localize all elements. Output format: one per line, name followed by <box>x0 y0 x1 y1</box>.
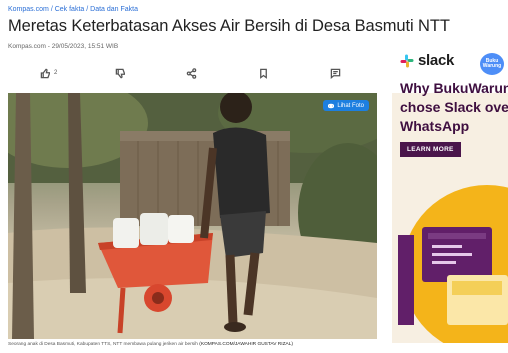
bukuwarung-badge: Buku Warung <box>480 53 504 75</box>
article-photo[interactable]: Lihat Foto <box>8 93 377 339</box>
share-icon <box>186 67 197 79</box>
slack-hash-icon <box>400 54 414 67</box>
like-button[interactable]: 2 <box>40 64 57 82</box>
photo-caption: Seorang anak di Desa Basmuti, Kabupaten … <box>8 342 293 347</box>
learn-more-button[interactable]: LEARN MORE <box>400 142 461 157</box>
ad-headline-line: chose Slack over <box>400 99 508 115</box>
photo-image <box>8 93 377 339</box>
slack-wordmark: slack <box>418 52 455 69</box>
comment-button[interactable] <box>330 64 341 82</box>
breadcrumb-item-home[interactable]: Kompas.com <box>8 6 49 13</box>
thumbs-down-icon <box>115 68 125 78</box>
ad-illustration <box>398 185 508 343</box>
dislike-button[interactable] <box>115 64 126 82</box>
caption-text: Seorang anak di Desa Basmuti, Kabupaten … <box>8 342 198 347</box>
view-photo-button[interactable]: Lihat Foto <box>323 100 369 111</box>
ad-headline: Why BukuWarung chose Slack over WhatsApp <box>400 79 508 136</box>
breadcrumb-item-cek-fakta[interactable]: Cek fakta <box>55 6 85 13</box>
view-photo-label: Lihat Foto <box>337 102 364 109</box>
article-title: Meretas Keterbatasan Akses Air Bersih di… <box>8 17 450 35</box>
comment-icon <box>330 68 341 79</box>
slack-logo: slack <box>400 52 454 69</box>
article-column: Kompas.com / Cek fakta / Data dan Fakta … <box>0 0 450 353</box>
bookmark-icon <box>260 68 267 79</box>
article-meta: Kompas.com - 29/05/2023, 15:51 WIB <box>8 43 119 50</box>
photo-credit: (KOMPAS.COM/JAWAHIR GUSTAV RIZAL) <box>199 342 294 347</box>
eye-icon <box>328 103 335 108</box>
like-count: 2 <box>54 70 58 76</box>
bookmark-button[interactable] <box>258 64 269 82</box>
breadcrumb-item-data-dan-fakta[interactable]: Data dan Fakta <box>90 6 138 13</box>
slack-advertisement[interactable]: slack Buku Warung Why BukuWarung chose S… <box>392 45 508 343</box>
thumbs-up-icon <box>40 68 50 78</box>
share-button[interactable] <box>186 64 197 82</box>
article-action-bar: 2 <box>0 64 388 82</box>
breadcrumb-separator: / <box>50 6 53 13</box>
ad-headline-line: Why BukuWarung <box>400 80 508 96</box>
breadcrumb: Kompas.com / Cek fakta / Data dan Fakta <box>8 6 138 13</box>
ad-headline-line: WhatsApp <box>400 118 470 134</box>
breadcrumb-separator: / <box>86 6 89 13</box>
